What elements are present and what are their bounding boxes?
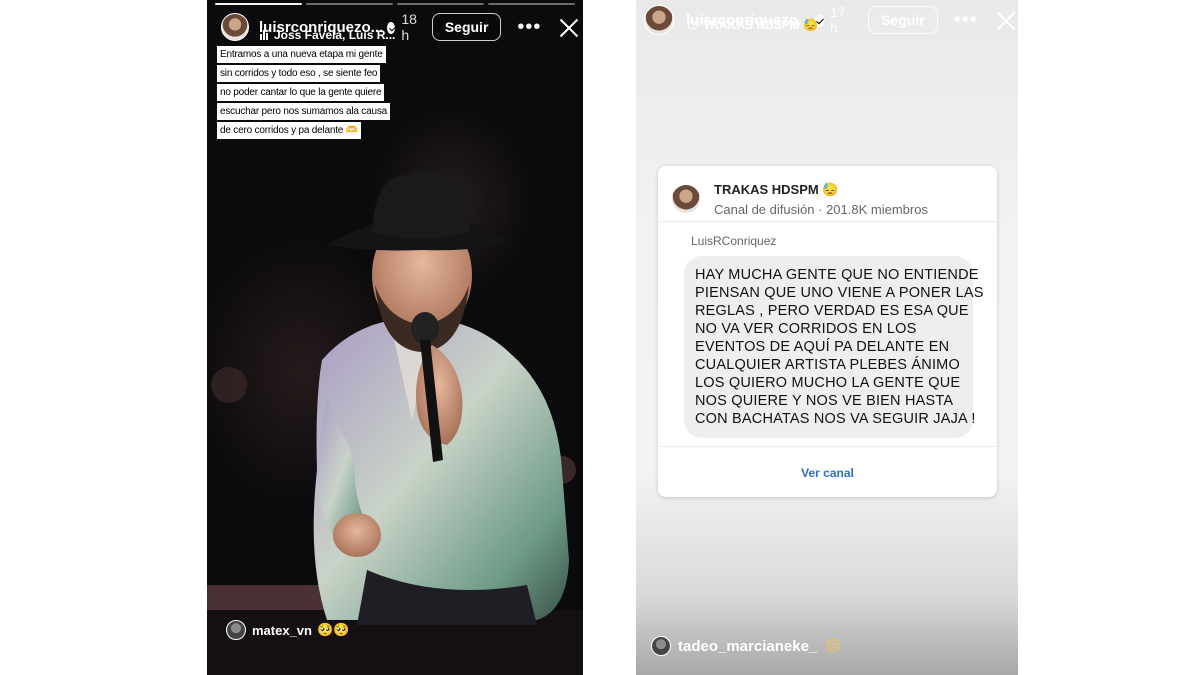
channel-meta: Canal de difusión · 201.8K miembros (714, 202, 928, 217)
avatar[interactable] (221, 13, 249, 41)
story-time: 18 h (401, 11, 417, 43)
divider (658, 221, 997, 222)
close-icon[interactable] (996, 10, 1012, 30)
mention-tag-right[interactable]: tadeo_marcianeke_ 😔 (651, 636, 841, 656)
caption-sticker: Entramos a una nueva etapa mi gente sin … (217, 44, 390, 139)
message-line: CON BACHATAS NOS VA SEGUIR JAJA ! (695, 411, 976, 427)
music-artist: Joss Favela, Luis R... (274, 28, 396, 42)
more-dots-icon[interactable]: ••• (517, 17, 541, 37)
story-time: 17 h (829, 4, 846, 36)
message-line: NOS QUIERE Y NOS VE BIEN HASTA (695, 393, 954, 409)
message-line: EVENTOS DE AQUÍ PA DELANTE EN (695, 339, 950, 355)
message-line: NO VA VER CORRIDOS EN LOS (695, 321, 917, 337)
channel-subtitle: TRAKAS HDSPM 😓 (703, 18, 818, 32)
broadcast-channel-label[interactable]: TRAKAS HDSPM 😓 (688, 18, 818, 32)
message-bubble: HAY MUCHA GENTE QUE NO ENTIENDE PIENSAN … (684, 256, 984, 438)
message-sender: LuisRConriquez (691, 234, 777, 248)
more-dots-icon[interactable]: ••• (954, 10, 978, 30)
meta-separator: · (818, 201, 823, 217)
member-count: 201.8K miembros (826, 201, 928, 217)
follow-button[interactable]: Seguir (868, 6, 938, 34)
follow-button[interactable]: Seguir (431, 13, 502, 41)
chat-bubble-icon (688, 21, 698, 29)
caption-line: no poder cantar lo que la gente quiere (217, 84, 385, 101)
mention-name[interactable]: tadeo_marcianeke_ (678, 638, 817, 655)
divider (658, 446, 997, 447)
caption-line: Entramos a una nueva etapa mi gente (217, 46, 386, 63)
mention-name[interactable]: matex_vn (252, 623, 312, 638)
pleading-face-emoji: 🥺🥺 (316, 622, 350, 638)
close-icon[interactable] (559, 17, 573, 37)
message-line: PIENSAN QUE UNO VIENE A PONER LAS (695, 285, 984, 301)
music-attribution[interactable]: Joss Favela, Luis R... (260, 28, 395, 42)
message-line: REGLAS , PERO VERDAD ES ESA QUE (695, 303, 969, 319)
caption-line: sin corridos y todo eso , se siente feo (217, 65, 381, 82)
avatar[interactable] (644, 5, 674, 35)
channel-type: Canal de difusión (714, 201, 815, 217)
channel-avatar (672, 185, 700, 213)
message-line: HAY MUCHA GENTE QUE NO ENTIENDE (695, 267, 979, 283)
music-bars-icon (260, 30, 268, 40)
mention-tag-left[interactable]: matex_vn 🥺🥺 (226, 620, 349, 640)
pensive-face-emoji: 😔 (825, 637, 841, 655)
caption-line: escuchar pero nos sumamos ala causa (217, 103, 390, 120)
message-line: CUALQUIER ARTISTA PLEBES ÁNIMO (695, 357, 960, 373)
view-channel-link[interactable]: Ver canal (658, 466, 997, 480)
mention-avatar (226, 620, 246, 640)
message-line: LOS QUIERO MUCHO LA GENTE QUE (695, 375, 961, 391)
channel-name: TRAKAS HDSPM 😓 (714, 181, 839, 197)
mention-avatar (651, 636, 671, 656)
caption-line: de cero corridos y pa delante 🫶 (217, 122, 361, 139)
broadcast-channel-card[interactable]: TRAKAS HDSPM 😓 Canal de difusión · 201.8… (658, 166, 997, 497)
card-header: TRAKAS HDSPM 😓 Canal de difusión · 201.8… (672, 178, 983, 220)
